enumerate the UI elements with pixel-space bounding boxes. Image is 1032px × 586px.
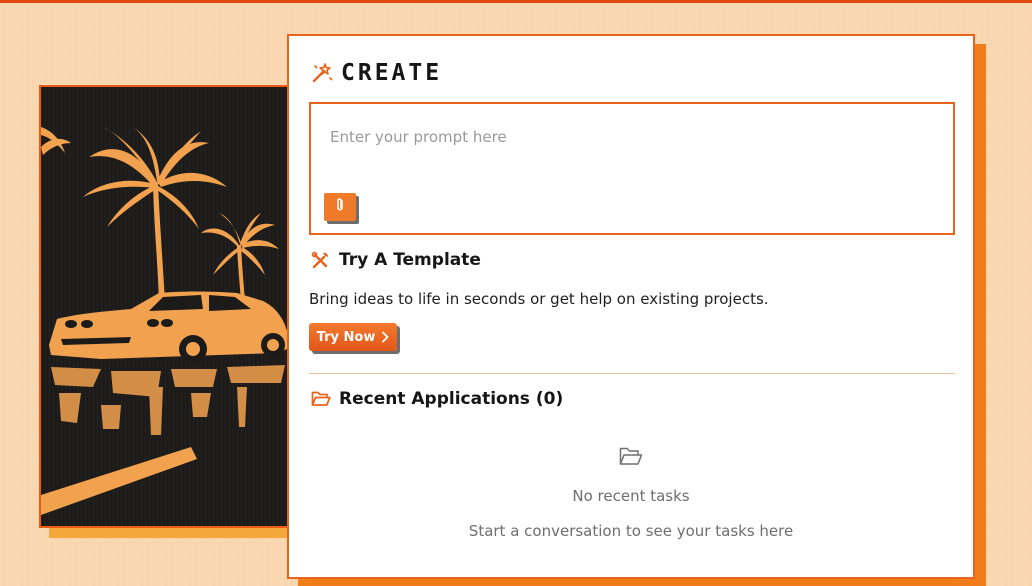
try-now-label: Try Now xyxy=(316,329,376,345)
palm-car-illustration xyxy=(41,127,287,515)
create-card: CREATE Try A Template Bring ideas to lif… xyxy=(287,34,975,579)
create-header: CREATE xyxy=(311,60,442,86)
template-title: Try A Template xyxy=(339,250,481,270)
prompt-box xyxy=(309,102,955,235)
create-title: CREATE xyxy=(341,60,443,86)
hero-image-retro-car xyxy=(39,85,291,528)
paperclip-icon xyxy=(334,197,346,217)
empty-state-title: No recent tasks xyxy=(572,487,690,505)
top-accent-line xyxy=(0,0,1032,3)
empty-state-subtitle: Start a conversation to see your tasks h… xyxy=(468,522,794,540)
template-description: Bring ideas to life in seconds or get he… xyxy=(309,290,769,308)
attach-file-button[interactable] xyxy=(324,193,356,221)
prompt-input[interactable] xyxy=(330,124,930,150)
template-header: Try A Template xyxy=(311,250,481,270)
section-divider xyxy=(309,373,955,374)
try-now-button[interactable]: Try Now xyxy=(309,323,397,351)
magic-wand-icon xyxy=(311,62,333,84)
empty-folder-icon xyxy=(619,446,643,466)
tools-icon xyxy=(311,251,330,270)
chevron-right-icon xyxy=(381,328,389,347)
folder-icon xyxy=(311,390,331,409)
recent-title: Recent Applications (0) xyxy=(339,389,564,409)
recent-header: Recent Applications (0) xyxy=(311,389,563,409)
